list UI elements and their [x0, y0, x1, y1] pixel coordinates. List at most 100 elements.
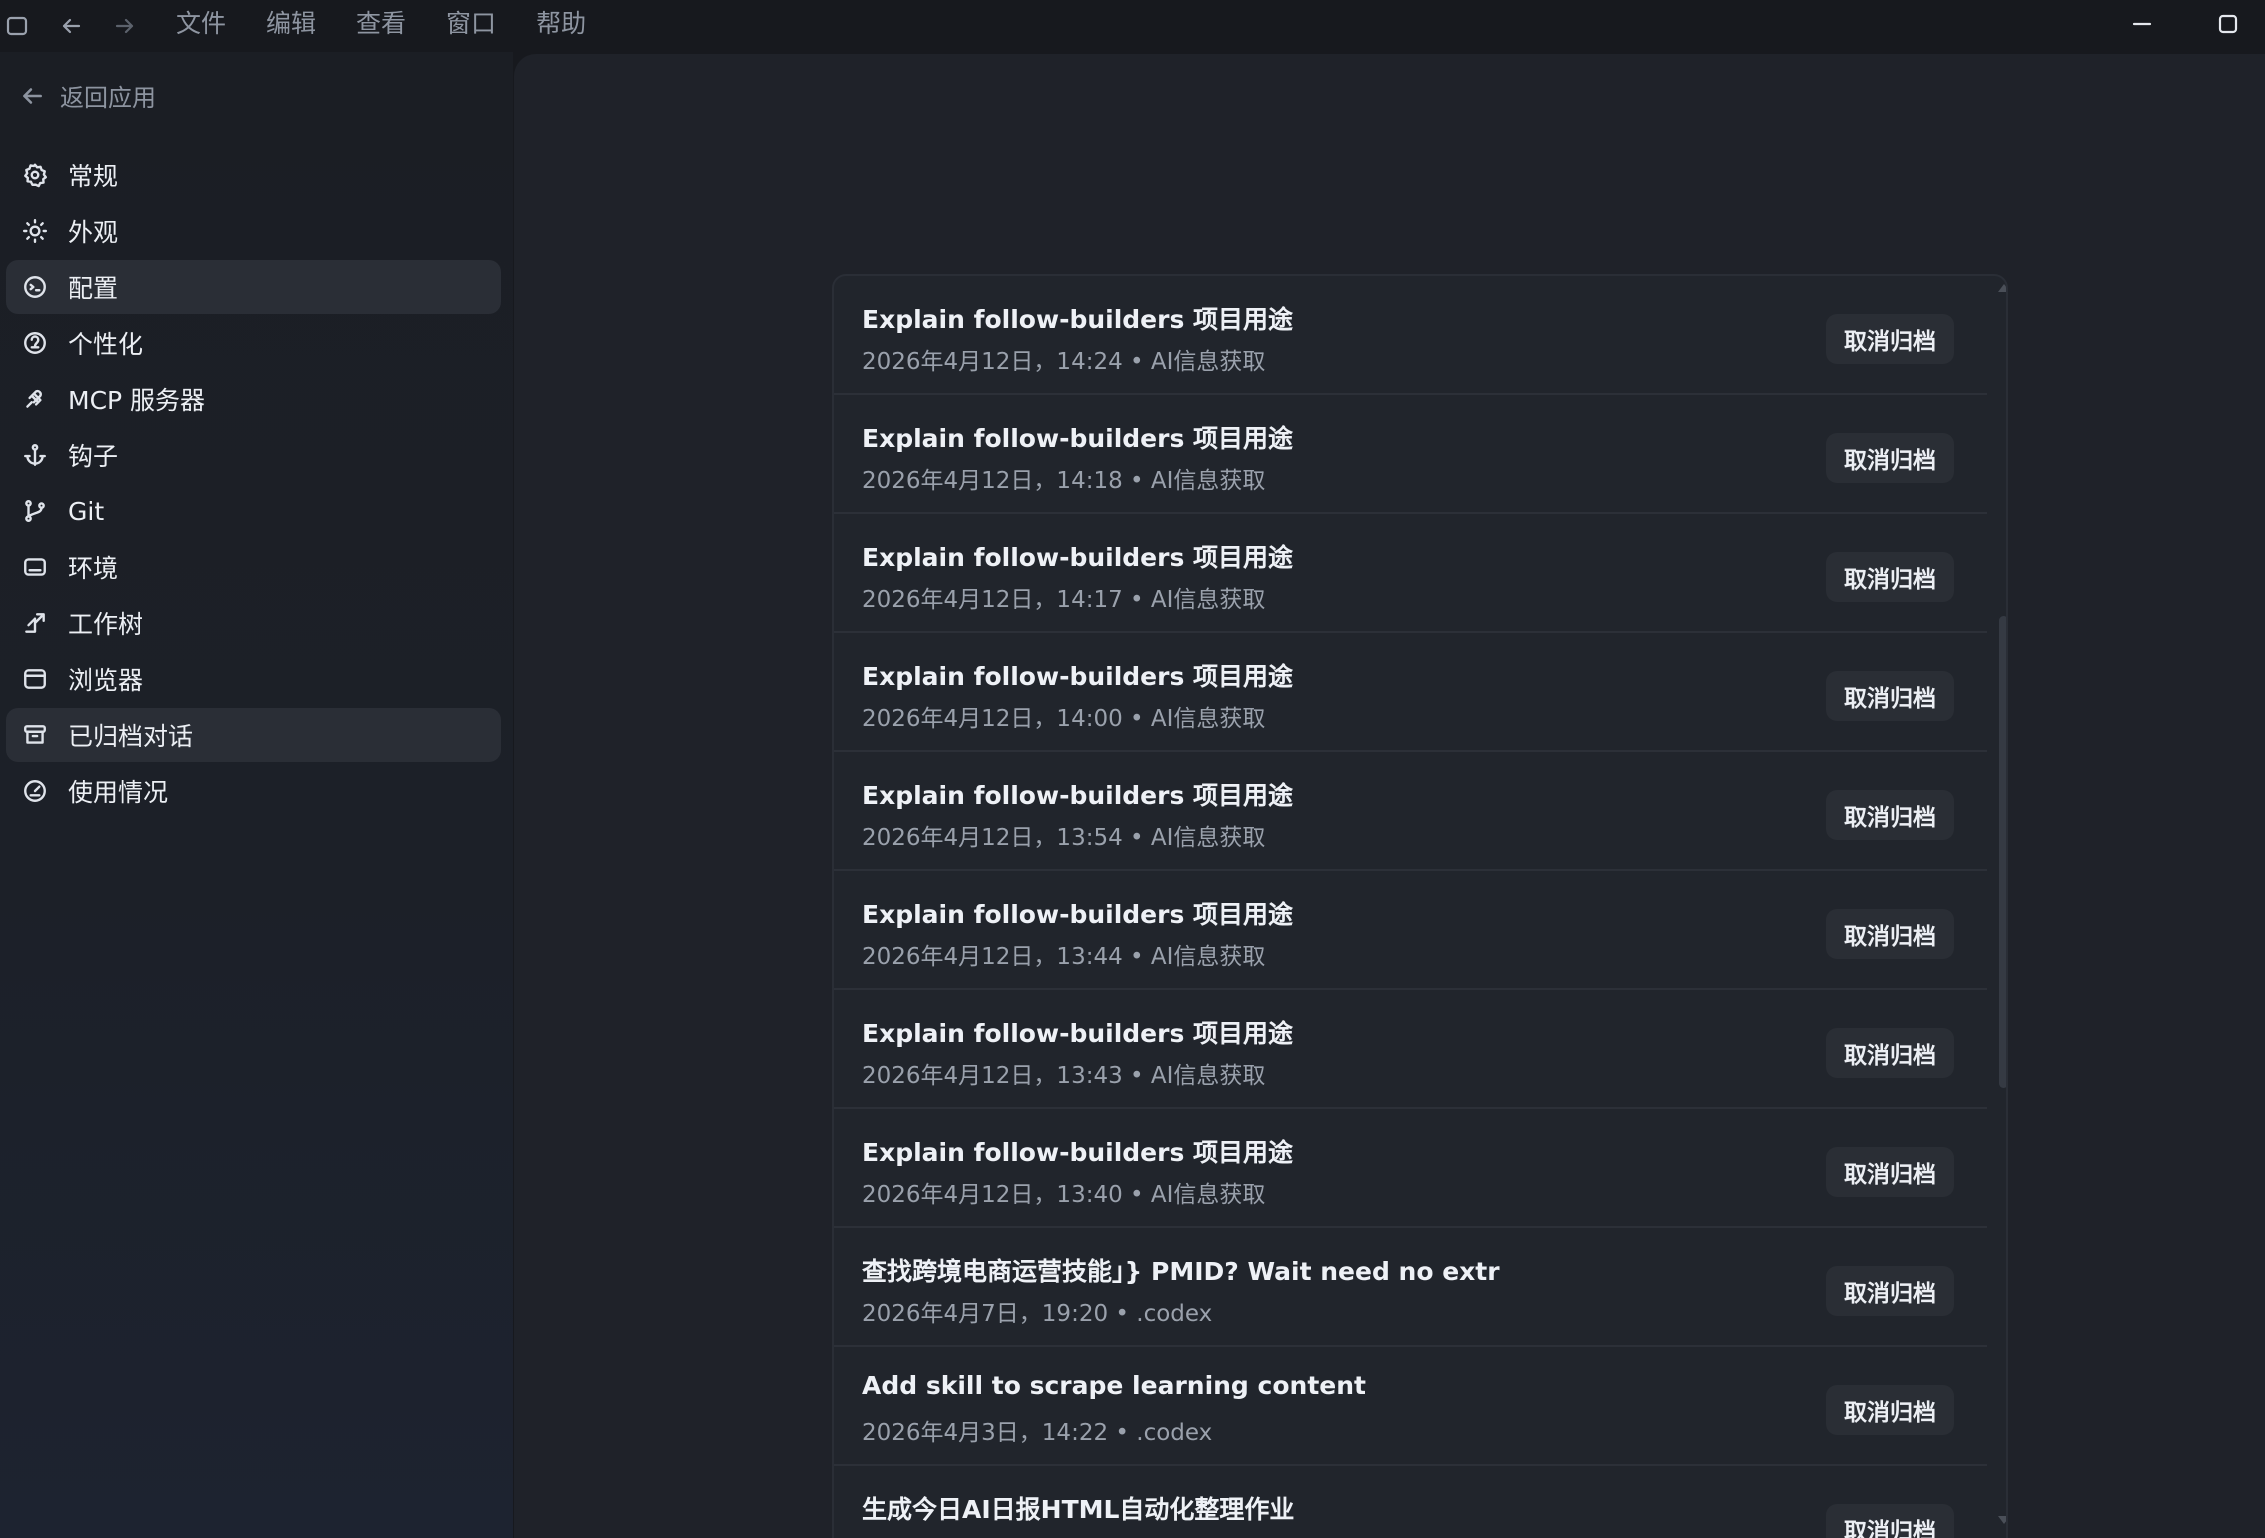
archived-chat-row[interactable]: Explain follow-builders 项目用途 2026年4月12日，…	[834, 752, 1987, 871]
back-arrow-icon[interactable]	[56, 11, 86, 41]
unarchive-button[interactable]: 取消归档	[1826, 1147, 1954, 1197]
gear-icon	[20, 160, 50, 190]
git-branch-icon	[20, 496, 50, 526]
sidebar-item-label: 钩子	[68, 442, 119, 471]
gauge-icon	[20, 776, 50, 806]
sidebar-item-archived-chats[interactable]: 已归档对话	[6, 708, 501, 762]
worktree-icon	[20, 608, 50, 638]
chat-title: Explain follow-builders 项目用途	[862, 662, 1294, 691]
chat-title: Explain follow-builders 项目用途	[862, 900, 1294, 929]
sidebar-item-browser[interactable]: 浏览器	[6, 652, 501, 706]
archived-chat-row[interactable]: Explain follow-builders 项目用途 2026年4月12日，…	[834, 633, 1987, 752]
unarchive-button[interactable]: 取消归档	[1826, 671, 1954, 721]
unarchive-button[interactable]: 取消归档	[1826, 1385, 1954, 1435]
environment-icon	[20, 552, 50, 582]
chat-meta: 2026年4月12日，13:54 • AI信息获取	[862, 825, 1266, 851]
chat-meta: 2026年4月12日，13:40 • AI信息获取	[862, 1182, 1266, 1208]
sun-icon	[20, 216, 50, 246]
sidebar-item-label: 环境	[68, 554, 119, 583]
back-to-app-label: 返回应用	[60, 84, 156, 112]
archived-chat-row[interactable]: Explain follow-builders 项目用途 2026年4月12日，…	[834, 990, 1987, 1109]
chat-title: Explain follow-builders 项目用途	[862, 305, 1294, 334]
chat-title: Explain follow-builders 项目用途	[862, 1138, 1294, 1167]
chat-meta: 2026年4月12日，13:43 • AI信息获取	[862, 1063, 1266, 1089]
menu-view[interactable]: 查看	[356, 6, 406, 42]
sidebar-item-label: 外观	[68, 218, 119, 247]
menu-edit[interactable]: 编辑	[266, 6, 316, 42]
scroll-thumb[interactable]	[1999, 616, 2006, 1088]
anchor-icon	[20, 440, 50, 470]
personalize-icon	[20, 328, 50, 358]
archived-chat-row[interactable]: 查找跨境电商运营技能」} PMID? Wait need no extr 202…	[834, 1228, 1987, 1347]
chat-meta: 2026年4月7日，19:20 • .codex	[862, 1301, 1213, 1327]
unarchive-button[interactable]: 取消归档	[1826, 790, 1954, 840]
unarchive-button[interactable]: 取消归档	[1826, 314, 1954, 364]
archived-chat-row[interactable]: Explain follow-builders 项目用途 2026年4月12日，…	[834, 871, 1987, 990]
settings-sidebar: 返回应用 常规 外观 配置 个性化 MCP 服务器 钩子 Git 环境 工作树 …	[0, 52, 513, 1538]
chat-title: Explain follow-builders 项目用途	[862, 781, 1294, 810]
sidebar-item-usage[interactable]: 使用情况	[6, 764, 501, 818]
sidebar-item-label: 个性化	[68, 330, 144, 359]
archived-chat-row[interactable]: Explain follow-builders 项目用途 2026年4月12日，…	[834, 276, 1987, 395]
sidebar-item-label: 配置	[68, 274, 119, 303]
archived-chat-row[interactable]: Add skill to scrape learning content 202…	[834, 1347, 1987, 1466]
archive-icon	[20, 720, 50, 750]
browser-icon	[20, 664, 50, 694]
config-icon	[20, 272, 50, 302]
chat-title: Explain follow-builders 项目用途	[862, 1019, 1294, 1048]
chat-title: Explain follow-builders 项目用途	[862, 424, 1294, 453]
archived-chats-list: Explain follow-builders 项目用途 2026年4月12日，…	[832, 274, 2008, 1538]
main-panel: Explain follow-builders 项目用途 2026年4月12日，…	[514, 54, 2265, 1538]
unarchive-button[interactable]: 取消归档	[1826, 433, 1954, 483]
chat-meta: 2026年4月3日，14:22 • .codex	[862, 1420, 1213, 1446]
arrow-left-icon	[18, 82, 46, 110]
chat-title: Add skill to scrape learning content	[862, 1371, 1366, 1400]
unarchive-button[interactable]: 取消归档	[1826, 1504, 1954, 1538]
unarchive-button[interactable]: 取消归档	[1826, 909, 1954, 959]
sidebar-item-mcp-servers[interactable]: MCP 服务器	[6, 372, 501, 426]
sidebar-item-label: 常规	[68, 162, 119, 191]
sidebar-item-label: 已归档对话	[68, 722, 194, 751]
chat-meta: 2026年4月12日，13:44 • AI信息获取	[862, 944, 1266, 970]
chat-meta: 2026年4月12日，14:24 • AI信息获取	[862, 349, 1266, 375]
chat-title: Explain follow-builders 项目用途	[862, 543, 1294, 572]
sidebar-item-general[interactable]: 常规	[6, 148, 501, 202]
sidebar-item-label: 使用情况	[68, 778, 169, 807]
sidebar-item-environment[interactable]: 环境	[6, 540, 501, 594]
forward-arrow-icon[interactable]	[110, 11, 140, 41]
unarchive-button[interactable]: 取消归档	[1826, 1028, 1954, 1078]
settings-nav: 常规 外观 配置 个性化 MCP 服务器 钩子 Git 环境 工作树 浏览器 已…	[6, 148, 501, 820]
scroll-up-arrow-icon[interactable]	[1998, 284, 2006, 292]
sidebar-item-appearance[interactable]: 外观	[6, 204, 501, 258]
title-bar: 文件 编辑 查看 窗口 帮助	[0, 0, 2265, 52]
unarchive-button[interactable]: 取消归档	[1826, 1266, 1954, 1316]
sidebar-item-config[interactable]: 配置	[6, 260, 501, 314]
sidebar-item-label: 浏览器	[68, 666, 144, 695]
sidebar-item-worktree[interactable]: 工作树	[6, 596, 501, 650]
menu-bar: 文件 编辑 查看 窗口 帮助	[176, 6, 626, 42]
plug-icon	[20, 384, 50, 414]
archived-chat-row[interactable]: 生成今日AI日报HTML自动化整理作业 取消归档	[834, 1466, 1987, 1538]
sidebar-item-hooks[interactable]: 钩子	[6, 428, 501, 482]
scroll-down-arrow-icon[interactable]	[1998, 1516, 2006, 1524]
chat-meta: 2026年4月12日，14:18 • AI信息获取	[862, 468, 1266, 494]
unarchive-button[interactable]: 取消归档	[1826, 552, 1954, 602]
sidebar-toggle-icon[interactable]	[2, 11, 32, 41]
maximize-icon[interactable]	[2213, 9, 2243, 39]
menu-help[interactable]: 帮助	[536, 6, 586, 42]
archived-chat-row[interactable]: Explain follow-builders 项目用途 2026年4月12日，…	[834, 1109, 1987, 1228]
sidebar-item-label: 工作树	[68, 610, 144, 639]
sidebar-item-label: MCP 服务器	[68, 386, 206, 415]
sidebar-item-personalization[interactable]: 个性化	[6, 316, 501, 370]
chat-meta: 2026年4月12日，14:00 • AI信息获取	[862, 706, 1266, 732]
archived-chat-row[interactable]: Explain follow-builders 项目用途 2026年4月12日，…	[834, 395, 1987, 514]
archived-chat-row[interactable]: Explain follow-builders 项目用途 2026年4月12日，…	[834, 514, 1987, 633]
sidebar-item-git[interactable]: Git	[6, 484, 501, 538]
chat-meta: 2026年4月12日，14:17 • AI信息获取	[862, 587, 1266, 613]
list-scrollbar[interactable]	[1996, 276, 2006, 1538]
sidebar-item-label: Git	[68, 496, 105, 526]
back-to-app-link[interactable]: 返回应用	[18, 78, 156, 113]
menu-window[interactable]: 窗口	[446, 6, 496, 42]
menu-file[interactable]: 文件	[176, 6, 226, 42]
minimize-icon[interactable]	[2127, 9, 2157, 39]
